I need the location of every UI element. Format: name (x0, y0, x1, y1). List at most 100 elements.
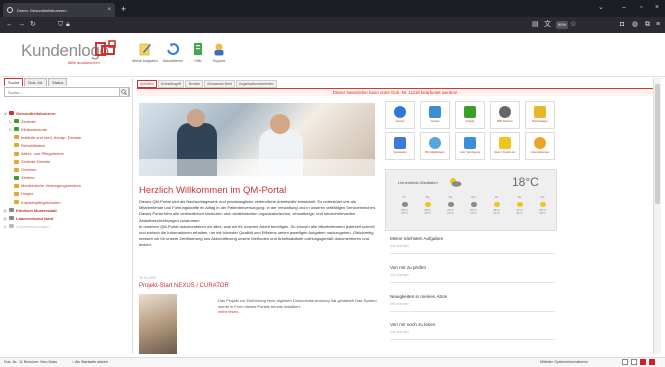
view-toggle-2[interactable] (631, 359, 637, 365)
back-icon[interactable]: ← (6, 20, 13, 30)
browser-nav-bar: ← → ↻ ⛉ 🔒︎ ▤ 文 90% ☆ ◘ ◍ ⧉ ≡ (0, 17, 665, 33)
widget-title[interactable]: Neuigkeiten in meinen Abos (390, 294, 555, 299)
document-tree: ∨ Gesundheitskonzern ▷ Zentrale ▷ Klinikstand… (4, 109, 130, 230)
tab-organisationseinheiten[interactable]: Organisationseinheiten (235, 80, 277, 88)
app-tile[interactable]: Outlook (455, 101, 485, 129)
widget-next-tasks: Meine nächsten Aufgaben Alle anzeigen (390, 236, 555, 254)
news-image (139, 294, 177, 354)
bulb-icon (499, 137, 511, 149)
widget-show-all-link[interactable]: Alle anzeigen (390, 244, 555, 248)
widget-title[interactable]: Meine nächsten Aufgaben (390, 236, 555, 241)
tab-termine[interactable]: Termine (185, 80, 204, 88)
bookmark-star-icon[interactable]: ☆ (570, 20, 576, 30)
tree-item[interactable]: ∨ Gesundheitskonzern (4, 109, 130, 117)
envelope-icon (534, 106, 546, 118)
status-user-info: Dok.-Nr.: 11 Benutzer: Nico Mass (4, 360, 58, 364)
view-toggle-1[interactable] (622, 359, 628, 365)
tree-item-label: Klinikum Musterstadt (16, 207, 57, 213)
tab-schnellzugriff[interactable]: Schnellzugriff (157, 80, 185, 88)
widget-title[interactable]: Von mir noch zu lesen (390, 322, 555, 327)
tab-aktuelles[interactable]: Aktuelles (137, 80, 157, 88)
forecast-low: 10°C (424, 211, 431, 216)
sidebar-tab-status[interactable]: Status (48, 78, 68, 86)
app-tile[interactable]: Ideen / Kreativ etc. (490, 132, 520, 160)
tab-schwarzes-brett[interactable]: Schwarzes Brett (204, 80, 235, 88)
my-tasks-button[interactable]: Meine Aufgaben (132, 42, 158, 63)
pocket-icon[interactable]: ◘ (620, 20, 624, 30)
sun-icon (516, 201, 523, 207)
forecast-day: Do 26°C 15°C (534, 195, 551, 216)
account-icon[interactable]: ◍ (632, 20, 638, 30)
news-title[interactable]: Projekt-Start NEXUS / CURATOR (139, 283, 229, 289)
tree-item[interactable]: ▷ Klinikstandorte (4, 125, 130, 133)
widget-divider (390, 253, 555, 254)
zoom-level-badge[interactable]: 90% (556, 21, 569, 29)
support-button[interactable]: Support (206, 42, 232, 63)
refresh-icon (167, 42, 180, 55)
status-actions[interactable]: Mitteilen Systeminformationen (540, 360, 588, 364)
widget-show-all-link[interactable]: Alle anzeigen (390, 330, 555, 334)
sidebar-search (4, 87, 130, 97)
close-window-icon[interactable]: × (655, 3, 659, 13)
view-toggle-4[interactable] (649, 359, 655, 365)
app-tile-label: Speiseplan (393, 151, 407, 154)
shield-icon[interactable]: ⛉ (58, 20, 63, 30)
tree-item[interactable]: Hospiz (4, 190, 130, 198)
widget-show-all-link[interactable]: Alle anzeigen (390, 302, 555, 306)
tree-item[interactable]: Zentrale Dienste (4, 158, 130, 166)
widget-show-all-link[interactable]: Alle anzeigen (390, 273, 555, 277)
tree-item[interactable]: Rehabilitation (4, 141, 130, 149)
app-tile[interactable]: BKI-Meldebogen (420, 132, 450, 160)
extensions-icon[interactable]: ⧉ (645, 20, 650, 30)
scrollbar-thumb[interactable] (655, 84, 660, 204)
reader-icon[interactable]: ▤ (532, 20, 539, 30)
minimize-icon[interactable]: – (622, 3, 626, 13)
tree-item[interactable]: Gremien (4, 166, 130, 174)
tree-item[interactable]: Zentren (4, 174, 130, 182)
app-tile[interactable]: Speiseplan (385, 132, 415, 160)
app-tile[interactable]: Briefvorlagen (525, 101, 555, 129)
sidebar-tab-search[interactable]: Suche (4, 78, 24, 86)
maximize-icon[interactable]: ▫ (640, 3, 642, 13)
app-tile[interactable]: BWI-Rechner (490, 101, 520, 129)
tree-item[interactable]: Alters- und Pflegeheime (4, 149, 130, 157)
refresh-button[interactable]: Aktualisieren (160, 42, 186, 63)
tree-item[interactable]: Institute und med.-therap. Dienste (4, 133, 130, 141)
menu-icon[interactable]: ≡ (656, 20, 660, 30)
tree-item[interactable]: Krankenpflegeschulen (4, 198, 130, 206)
partly-cloudy-icon (450, 178, 462, 187)
tab-list-icon[interactable]: ⌄ (598, 3, 604, 13)
tree-item[interactable]: ▷ Klinikum Musterstadt (4, 206, 130, 214)
widget-title[interactable]: Von mir zu prüfen (390, 265, 555, 270)
tree-item-label: Laborverbund Nord (16, 215, 54, 221)
app-tile[interactable]: Lieb. Versorgung (455, 132, 485, 160)
folder-icon (14, 119, 19, 124)
tree-item[interactable]: ▷ Laborverbund Nord (4, 214, 130, 222)
app-tile[interactable]: Unterweisungen (525, 132, 555, 160)
view-toggle-3[interactable] (640, 359, 646, 365)
search-input[interactable] (5, 88, 105, 96)
translate-icon[interactable]: 文 (544, 20, 551, 30)
lock-icon[interactable]: 🔒︎ (66, 20, 70, 30)
network-icon (429, 106, 441, 118)
sidebar-tabs: Suche Dok.-Nr. Status (4, 78, 130, 86)
reload-icon[interactable]: ↻ (30, 20, 36, 30)
sun-icon (539, 201, 546, 207)
app-tile[interactable]: Internet (385, 101, 415, 129)
sidebar-divider[interactable] (132, 78, 133, 354)
sidebar-tab-docnr[interactable]: Dok.-Nr. (24, 78, 48, 86)
forward-icon[interactable]: → (18, 20, 25, 30)
tree-item[interactable]: Medizinische Versorgungszentren (4, 182, 130, 190)
tree-item[interactable]: ▷ Dokumentvorlagen (4, 222, 130, 230)
welcome-text: Dieses QM-Portal wird als Nachschlagewer… (139, 199, 379, 249)
search-button[interactable] (119, 87, 129, 97)
page-scrollbar[interactable] (653, 78, 661, 354)
app-tile-label: Internet (395, 120, 405, 123)
news-read-more-link[interactable]: mehr lesen... (218, 309, 241, 314)
app-tile[interactable]: Intranet (420, 101, 450, 129)
browser-tab[interactable]: Demo: Gesundheitskonzern × (3, 3, 115, 17)
close-tab-icon[interactable]: × (107, 7, 111, 13)
set-homepage-link[interactable]: ⌂ Als Startseite setzen (72, 360, 108, 364)
tree-item[interactable]: ▷ Zentrale (4, 117, 130, 125)
new-tab-button[interactable]: + (121, 3, 126, 15)
